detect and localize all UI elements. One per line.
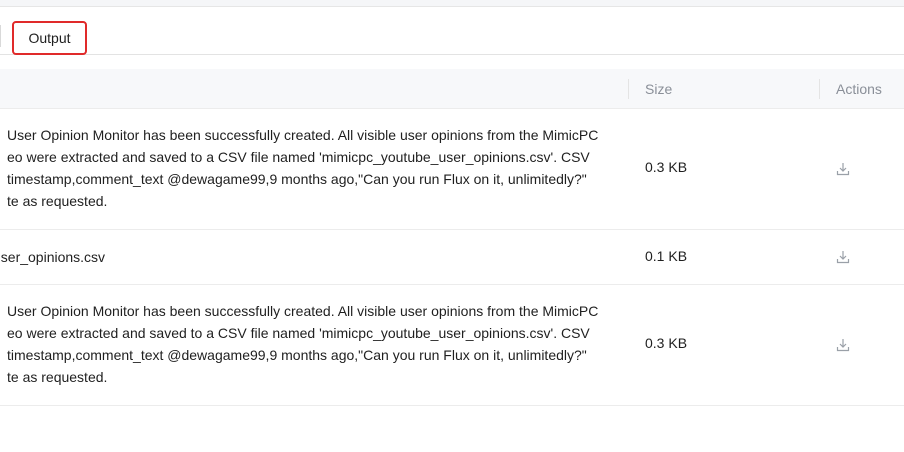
column-header-size: Size: [645, 81, 673, 97]
download-icon[interactable]: [836, 250, 850, 264]
tab-bar: Output: [0, 7, 904, 55]
row-size: 0.3 KB: [645, 335, 688, 351]
table-row: User Opinion Monitor has been successful…: [0, 285, 904, 406]
files-table: Size Actions User Opinion Monitor has be…: [0, 69, 904, 406]
column-divider: [628, 79, 629, 99]
top-strip: [0, 0, 904, 7]
row-description: User Opinion Monitor has been successful…: [7, 127, 599, 209]
tab-divider: [0, 25, 1, 47]
column-divider: [819, 79, 820, 99]
download-icon[interactable]: [836, 338, 850, 352]
row-filename: user_opinions.csv: [0, 249, 106, 265]
row-size: 0.1 KB: [645, 248, 688, 264]
download-icon[interactable]: [836, 162, 850, 176]
row-size: 0.3 KB: [645, 159, 688, 175]
table-header: Size Actions: [0, 69, 904, 109]
tab-output[interactable]: Output: [12, 21, 87, 55]
column-header-actions: Actions: [836, 81, 882, 97]
table-row: user_opinions.csv 0.1 KB: [0, 230, 904, 285]
row-description: User Opinion Monitor has been successful…: [7, 303, 599, 385]
table-row: User Opinion Monitor has been successful…: [0, 109, 904, 230]
